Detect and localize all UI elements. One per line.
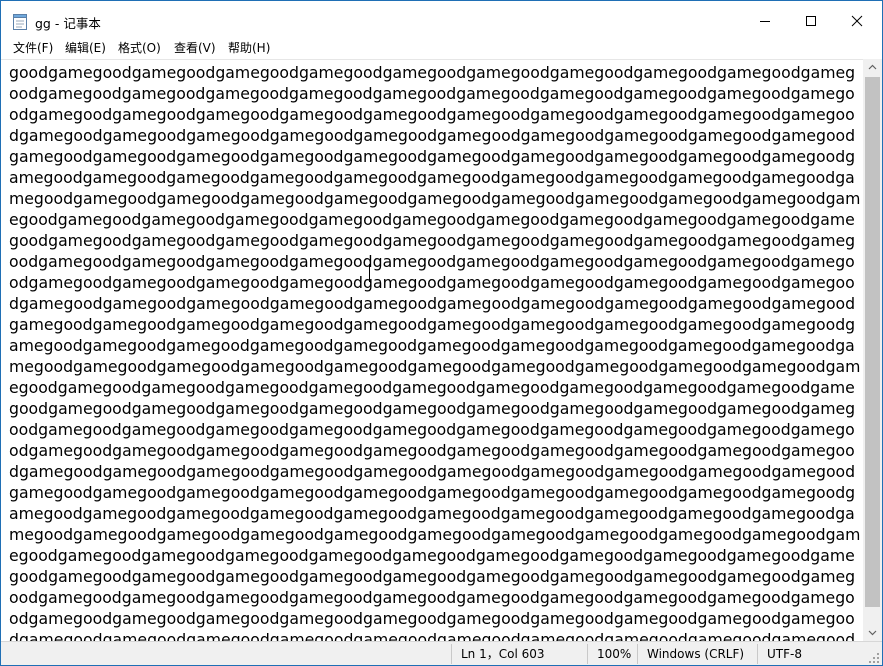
text-line[interactable]: egoodgamegoodgamegoodgamegoodgamegoodgam… — [9, 545, 859, 566]
maximize-icon — [806, 16, 816, 26]
minimize-icon — [760, 21, 770, 22]
menu-bar: 文件(F) 编辑(E) 格式(O) 查看(V) 帮助(H) — [1, 39, 882, 59]
status-bar: Ln 1，Col 603 100% Windows (CRLF) UTF-8 — [1, 641, 882, 665]
maximize-button[interactable] — [788, 1, 834, 39]
status-separator — [757, 644, 758, 664]
text-editor[interactable]: goodgamegoodgamegoodgamegoodgamegoodgame… — [1, 59, 863, 642]
resize-grip-icon[interactable] — [869, 653, 880, 664]
text-line[interactable]: dgamegoodgamegoodgamegoodgamegoodgamegoo… — [9, 293, 859, 314]
menu-view[interactable]: 查看(V) — [174, 40, 216, 57]
line-ending: Windows (CRLF) — [647, 647, 745, 661]
menu-edit[interactable]: 编辑(E) — [65, 40, 106, 57]
text-line[interactable]: oodgamegoodgamegoodgamegoodgamegoodgameg… — [9, 587, 859, 608]
text-line[interactable]: egoodgamegoodgamegoodgamegoodgamegoodgam… — [9, 377, 859, 398]
editor-text[interactable]: goodgamegoodgamegoodgamegoodgamegoodgame… — [9, 62, 860, 642]
minimize-button[interactable] — [742, 1, 788, 39]
title-bar[interactable]: gg - 记事本 — [1, 1, 882, 39]
text-line[interactable]: oodgamegoodgamegoodgamegoodgamegoodgameg… — [9, 419, 859, 440]
text-line[interactable]: gamegoodgamegoodgamegoodgamegoodgamegood… — [9, 314, 859, 335]
text-line[interactable]: oodgamegoodgamegoodgamegoodgamegoodgameg… — [9, 251, 859, 272]
text-line[interactable]: megoodgamegoodgamegoodgamegoodgamegoodga… — [9, 356, 860, 377]
menu-file[interactable]: 文件(F) — [13, 40, 53, 57]
scroll-thumb[interactable] — [865, 77, 880, 607]
text-line[interactable]: amegoodgamegoodgamegoodgamegoodgamegoodg… — [9, 335, 859, 356]
text-line[interactable]: odgamegoodgamegoodgamegoodgamegoodgamego… — [9, 440, 859, 461]
menu-format[interactable]: 格式(O) — [118, 40, 161, 57]
zoom-level: 100% — [597, 647, 632, 661]
notepad-window: gg - 记事本 文件(F) 编辑(E) 格式(O) 查看(V) 帮助(H) g… — [0, 0, 883, 666]
text-line[interactable]: dgamegoodgamegoodgamegoodgamegoodgamegoo… — [9, 461, 859, 482]
text-line[interactable]: goodgamegoodgamegoodgamegoodgamegoodgame… — [9, 230, 859, 251]
text-line[interactable]: megoodgamegoodgamegoodgamegoodgamegoodga… — [9, 188, 860, 209]
close-icon — [851, 15, 863, 27]
text-line[interactable]: egoodgamegoodgamegoodgamegoodgamegoodgam… — [9, 209, 859, 230]
text-line[interactable]: megoodgamegoodgamegoodgamegoodgamegoodga… — [9, 524, 860, 545]
status-separator — [587, 644, 588, 664]
chevron-down-icon — [868, 630, 877, 636]
text-line[interactable]: goodgamegoodgamegoodgamegoodgamegoodgame… — [9, 62, 859, 83]
status-separator — [637, 644, 638, 664]
notepad-icon — [13, 14, 27, 30]
chevron-up-icon — [868, 64, 877, 70]
text-line[interactable]: goodgamegoodgamegoodgamegoodgamegoodgame… — [9, 566, 859, 587]
text-line[interactable]: odgamegoodgamegoodgamegoodgamegoodgamego… — [9, 104, 859, 125]
text-line[interactable]: amegoodgamegoodgamegoodgamegoodgamegoodg… — [9, 503, 859, 524]
text-line[interactable]: gamegoodgamegoodgamegoodgamegoodgamegood… — [9, 482, 859, 503]
close-button[interactable] — [834, 1, 880, 39]
window-title: gg - 记事本 — [35, 16, 101, 31]
text-line[interactable]: gamegoodgamegoodgamegoodgamegoodgamegood… — [9, 146, 859, 167]
vertical-scrollbar[interactable] — [863, 59, 882, 641]
scroll-up-button[interactable] — [863, 59, 882, 76]
text-line[interactable]: odgamegoodgamegoodgamegoodgamegoodgamego… — [9, 272, 859, 293]
cursor-position: Ln 1，Col 603 — [461, 647, 545, 661]
text-line[interactable]: oodgamegoodgamegoodgamegoodgamegoodgameg… — [9, 83, 859, 104]
text-caret — [369, 264, 370, 282]
text-line[interactable]: amegoodgamegoodgamegoodgamegoodgamegoodg… — [9, 167, 859, 188]
text-line[interactable]: dgamegoodgamegoodgamegoodgamegoodgamegoo… — [9, 125, 859, 146]
encoding: UTF-8 — [767, 647, 802, 661]
menu-help[interactable]: 帮助(H) — [228, 40, 270, 57]
status-separator — [451, 644, 452, 664]
scroll-down-button[interactable] — [863, 624, 882, 641]
text-line[interactable]: goodgamegoodgamegoodgamegoodgamegoodgame… — [9, 398, 859, 419]
text-line[interactable]: odgamegoodgamegoodgamegoodgamegoodgamego… — [9, 608, 859, 629]
